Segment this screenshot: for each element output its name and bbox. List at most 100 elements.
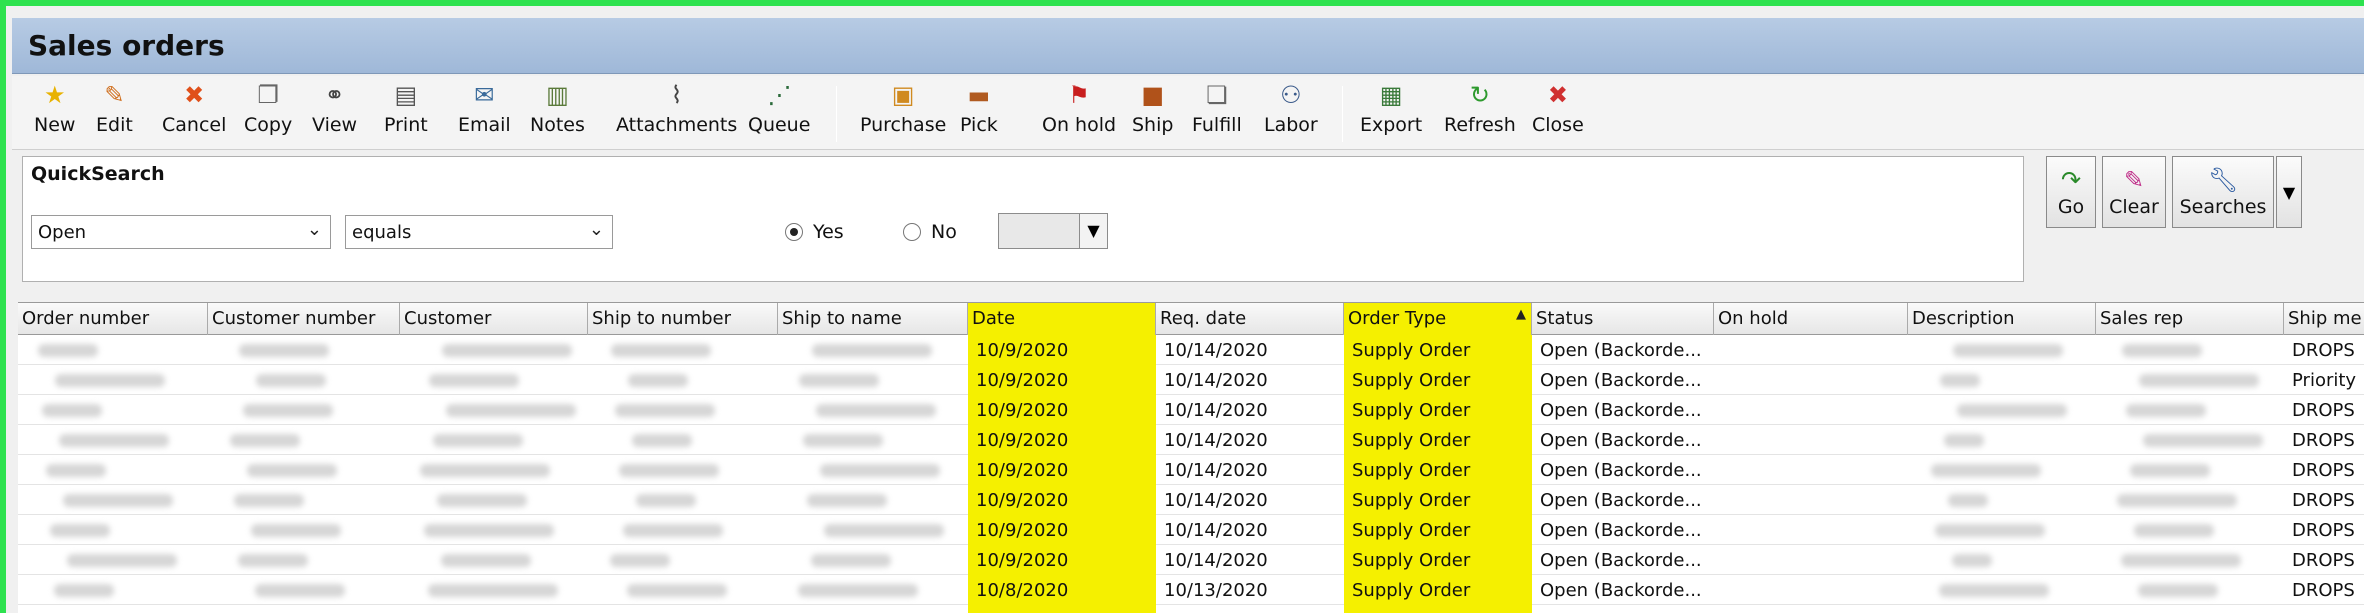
toolbar-print-button[interactable]: ▤ Print xyxy=(384,80,428,146)
eraser-icon: ✎ xyxy=(2123,166,2145,194)
status-cell: Open (Backorde... xyxy=(1540,430,1702,451)
cancel-x-icon: ✖ xyxy=(184,81,205,109)
redacted-cell xyxy=(420,464,550,477)
ship-method-cell: Priority xyxy=(2292,370,2357,391)
column-header-customer-number[interactable]: Customer number xyxy=(208,303,400,335)
grid-header: Order number Customer number Customer Ship … xyxy=(18,303,2364,335)
table-row[interactable]: 10/9/2020 10/14/2020 Supply Order Open (Bac… xyxy=(18,395,2364,425)
toolbar-on-hold-button[interactable]: ⚑ On hold xyxy=(1042,80,1116,146)
searches-label: Searches xyxy=(2179,196,2267,218)
column-header-on-hold[interactable]: On hold xyxy=(1714,303,1908,335)
column-header-date[interactable]: Date xyxy=(968,303,1156,335)
window-title: Sales orders xyxy=(28,29,225,62)
app-window: Sales orders ★ New ✎ Edit ✖ Cancel ❐ Copy ⚭ View ▤… xyxy=(0,0,2364,613)
redacted-cell xyxy=(59,434,169,447)
table-row[interactable]: 10/9/2020 10/14/2020 Supply Order Open (Bac… xyxy=(18,485,2364,515)
order-type-cell: Supply Order xyxy=(1344,545,1532,575)
redacted-cell xyxy=(2143,434,2263,447)
date-cell: 10/9/2020 xyxy=(968,515,1156,545)
toolbar-button-label: Edit xyxy=(96,114,133,136)
toolbar-new-button[interactable]: ★ New xyxy=(34,80,75,146)
searches-button[interactable]: 🔧︎ Searches xyxy=(2172,156,2274,228)
pick-icon: ▬ xyxy=(967,81,991,109)
column-header-ship-me[interactable]: Ship me xyxy=(2284,303,2364,335)
date-cell: 10/8/2020 xyxy=(968,575,1156,605)
clear-button[interactable]: ✎ Clear xyxy=(2102,156,2166,228)
radio-yes[interactable]: Yes xyxy=(785,221,844,243)
toolbar-refresh-button[interactable]: ↻ Refresh xyxy=(1444,80,1516,146)
column-header-ship-to-name[interactable]: Ship to name xyxy=(778,303,968,335)
column-header-order-type[interactable]: Order Type xyxy=(1344,303,1532,335)
value-select[interactable]: ▼ xyxy=(998,213,1108,249)
date-cell: 10/9/2020 xyxy=(968,335,1156,365)
toolbar-notes-button[interactable]: ▥ Notes xyxy=(530,80,585,146)
toolbar-purchase-button[interactable]: ▣ Purchase xyxy=(860,80,946,146)
toolbar-export-button[interactable]: ▦ Export xyxy=(1360,80,1422,146)
redacted-cell xyxy=(2122,344,2202,357)
operator-select[interactable]: equals ⌄ xyxy=(345,215,613,249)
export-icon: ▦ xyxy=(1379,81,1403,109)
column-header-customer[interactable]: Customer xyxy=(400,303,588,335)
toolbar-view-button[interactable]: ⚭ View xyxy=(312,80,357,146)
redacted-cell xyxy=(234,494,304,507)
email-icon: ✉ xyxy=(474,81,495,109)
redacted-cell xyxy=(441,554,531,567)
redacted-cell xyxy=(820,464,940,477)
redacted-cell xyxy=(816,404,936,417)
sort-ascending-icon: ▲ xyxy=(1516,307,1526,322)
toolbar-close-button[interactable]: ✖ Close xyxy=(1532,80,1584,146)
flag-icon: ⚑ xyxy=(1068,81,1090,109)
clear-label: Clear xyxy=(2109,196,2159,218)
toolbar: ★ New ✎ Edit ✖ Cancel ❐ Copy ⚭ View ▤ Print ✉ Email ▥ N… xyxy=(12,76,2364,150)
searches-dropdown-button[interactable]: ▼ xyxy=(2276,156,2302,228)
field-select[interactable]: Open ⌄ xyxy=(31,215,331,249)
table-row[interactable]: 10/9/2020 10/14/2020 Supply Order Open (Bac… xyxy=(18,365,2364,395)
redacted-cell xyxy=(38,344,98,357)
table-row[interactable]: 10/9/2020 10/14/2020 Supply Order Open (Bac… xyxy=(18,545,2364,575)
column-header-order-number[interactable]: Order number xyxy=(18,303,208,335)
table-row[interactable]: 10/9/2020 10/14/2020 Supply Order Open (Bac… xyxy=(18,425,2364,455)
toolbar-copy-button[interactable]: ❐ Copy xyxy=(244,80,292,146)
refresh-icon: ↻ xyxy=(1469,81,1490,109)
toolbar-fulfill-button[interactable]: ❏ Fulfill xyxy=(1192,80,1242,146)
column-header-status[interactable]: Status xyxy=(1532,303,1714,335)
toolbar-edit-button[interactable]: ✎ Edit xyxy=(96,80,133,146)
toolbar-button-label: Refresh xyxy=(1444,114,1516,136)
redacted-cell xyxy=(2138,584,2218,597)
toolbar-queue-button[interactable]: ⋰ Queue xyxy=(748,80,810,146)
column-header-description[interactable]: Description xyxy=(1908,303,2096,335)
toolbar-cancel-button[interactable]: ✖ Cancel xyxy=(162,80,226,146)
redacted-cell xyxy=(2121,554,2241,567)
redacted-cell xyxy=(437,494,527,507)
ship-method-cell: DROPS xyxy=(2292,550,2355,571)
go-button[interactable]: ↷ Go xyxy=(2046,156,2096,228)
table-row[interactable]: 10/9/2020 10/14/2020 Supply Order Open (Bac… xyxy=(18,335,2364,365)
radio-no[interactable]: No xyxy=(903,221,957,243)
ship-method-cell: DROPS xyxy=(2292,430,2355,451)
toolbar-email-button[interactable]: ✉ Email xyxy=(458,80,511,146)
redacted-cell xyxy=(424,524,554,537)
column-header-ship-to-number[interactable]: Ship to number xyxy=(588,303,778,335)
req-date-cell: 10/14/2020 xyxy=(1164,460,1268,481)
req-date-cell: 10/13/2020 xyxy=(1164,580,1268,601)
redacted-cell xyxy=(50,524,110,537)
redacted-cell xyxy=(824,524,944,537)
toolbar-attachments-button[interactable]: ⌇ Attachments xyxy=(616,80,737,146)
column-header-req-date[interactable]: Req. date xyxy=(1156,303,1344,335)
column-header-sales-rep[interactable]: Sales rep xyxy=(2096,303,2284,335)
redacted-cell xyxy=(799,374,879,387)
toolbar-pick-button[interactable]: ▬ Pick xyxy=(960,80,998,146)
date-cell: 10/9/2020 xyxy=(968,425,1156,455)
toolbar-button-label: Queue xyxy=(748,114,811,136)
labor-icon: ⚇ xyxy=(1280,81,1302,109)
order-type-cell: Supply Order xyxy=(1344,395,1532,425)
status-cell: Open (Backorde... xyxy=(1540,550,1702,571)
table-row[interactable]: 10/8/2020 10/13/2020 Supply Order Open (Bac… xyxy=(18,575,2364,605)
table-row[interactable]: 10/9/2020 10/14/2020 Supply Order Open (Bac… xyxy=(18,455,2364,485)
redacted-cell xyxy=(627,584,727,597)
redacted-cell xyxy=(251,524,341,537)
toolbar-button-label: Ship xyxy=(1132,114,1174,136)
toolbar-ship-button[interactable]: ■ Ship xyxy=(1132,80,1173,146)
toolbar-labor-button[interactable]: ⚇ Labor xyxy=(1264,80,1318,146)
table-row[interactable]: 10/9/2020 10/14/2020 Supply Order Open (Bac… xyxy=(18,515,2364,545)
